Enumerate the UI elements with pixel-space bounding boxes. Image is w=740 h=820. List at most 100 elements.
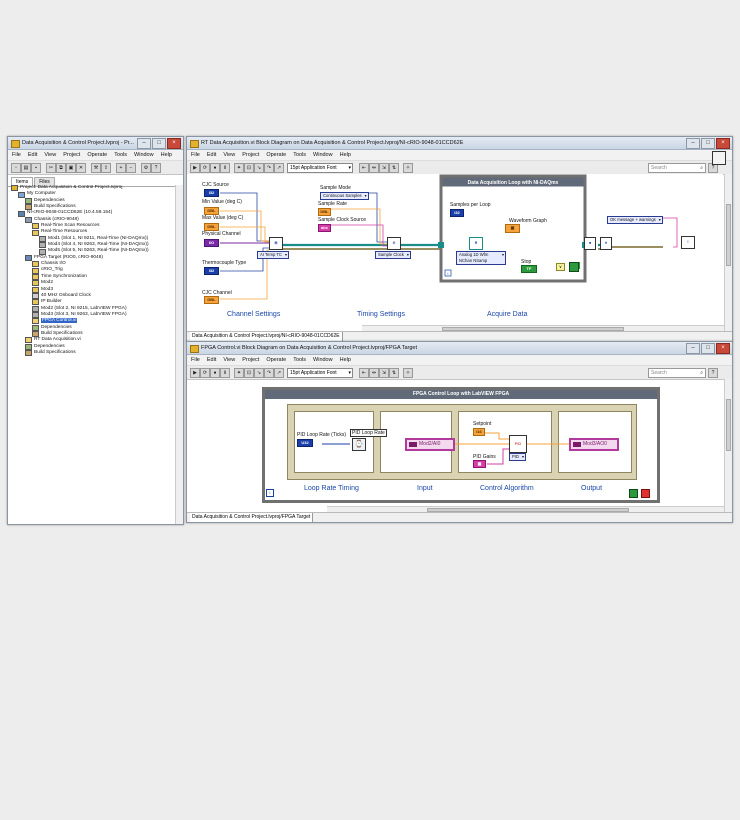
project-toolbar: ▫ ▤ ▪ ✂ ⧉ ▣ ✕ ⚒ ⇪ + − ⚙ ?	[8, 161, 183, 175]
waveform-graph-terminal[interactable]: ▦	[505, 224, 520, 233]
deploy-icon[interactable]: ⇪	[101, 163, 111, 173]
menu-tools[interactable]: Tools	[293, 150, 306, 160]
menu-view[interactable]: View	[44, 150, 56, 160]
align-icon[interactable]: ⇤	[359, 163, 369, 173]
stop-condition-icon[interactable]	[569, 262, 579, 272]
read-type-selector[interactable]: Analog 1D Wfm NChan NSamp	[456, 251, 506, 265]
project-vertical-scrollbar[interactable]	[175, 185, 183, 524]
tree-item[interactable]: Build Specifications	[11, 350, 180, 357]
setpoint-terminal[interactable]: I16	[473, 428, 485, 436]
daqmx-loop-title: Data Acquisition Loop with NI-DAQmx	[468, 180, 559, 186]
delete-icon[interactable]: ✕	[76, 163, 86, 173]
new-icon[interactable]: ▫	[11, 163, 21, 173]
fpga-vertical-scrollbar[interactable]	[724, 379, 732, 513]
tree-item-label: FPGA Target (RIO0, cRIO-9048)	[34, 254, 103, 260]
cut-icon[interactable]: ✂	[46, 163, 56, 173]
cjc-channel-terminal[interactable]: DBL	[204, 296, 219, 304]
menu-edit[interactable]: Edit	[207, 150, 216, 160]
paste-icon[interactable]: ▣	[66, 163, 76, 173]
simple-error-handler-node[interactable]: !	[681, 236, 695, 249]
build-icon[interactable]: ⚒	[91, 163, 101, 173]
error-message-selector[interactable]: OK message + warnings	[607, 216, 663, 224]
highlight-execution-icon[interactable]: ✦	[234, 163, 244, 173]
menu-project[interactable]: Project	[63, 150, 80, 160]
menu-help[interactable]: Help	[340, 150, 351, 160]
step-over-icon[interactable]: ↷	[264, 163, 274, 173]
physical-channel-label: Physical Channel	[202, 231, 241, 237]
fpga-loop-stop-icon[interactable]	[629, 489, 638, 498]
cleanup-icon[interactable]: ✧	[403, 163, 413, 173]
step-into-icon[interactable]: ↘	[254, 163, 264, 173]
retain-wire-values-icon[interactable]: ⊡	[244, 163, 254, 173]
sample-clock-source-terminal[interactable]: abc	[318, 224, 331, 232]
help-icon[interactable]: ?	[151, 163, 161, 173]
tree-item-label: Time Synchronization	[41, 273, 87, 279]
pid-node[interactable]: PID	[509, 435, 527, 453]
sample-rate-terminal[interactable]: DBL	[318, 208, 331, 216]
max-value-terminal[interactable]: DBL	[204, 223, 219, 231]
menu-tools[interactable]: Tools	[114, 150, 127, 160]
save-icon[interactable]: ▪	[31, 163, 41, 173]
run-icon[interactable]: ▶	[190, 163, 200, 173]
expand-all-icon[interactable]: +	[116, 163, 126, 173]
search-input[interactable]: Search ⌕	[648, 163, 706, 173]
open-icon[interactable]: ▤	[21, 163, 31, 173]
daqmx-stop-task-node[interactable]: ■	[584, 237, 596, 250]
run-continuously-icon[interactable]: ⟳	[200, 163, 210, 173]
fpga-loop-condition-icon[interactable]	[641, 489, 650, 498]
pid-type-selector[interactable]: PID	[509, 453, 526, 461]
font-select[interactable]: 15pt Application Font	[287, 163, 353, 173]
rt-vertical-scrollbar[interactable]	[724, 174, 732, 332]
maximize-icon[interactable]: □	[152, 138, 166, 149]
properties-icon[interactable]: ⚙	[141, 163, 151, 173]
tree-item-label: Project: Data Acquisition & Control Proj…	[20, 185, 123, 190]
menu-operate[interactable]: Operate	[266, 150, 286, 160]
search-icon[interactable]: ⌕	[700, 164, 703, 172]
samples-per-loop-terminal[interactable]: I32	[450, 209, 464, 217]
ai-temp-tc-selector[interactable]: AI Temp TC	[257, 251, 289, 259]
menu-file[interactable]: File	[12, 150, 21, 160]
physical-channel-terminal[interactable]: I/O	[204, 239, 219, 247]
daqmx-timing-node[interactable]: ⏱	[387, 237, 401, 250]
resize-icon[interactable]: ⇲	[379, 163, 389, 173]
daqmx-read-node[interactable]: R	[469, 237, 483, 250]
minimize-icon[interactable]: –	[686, 138, 700, 149]
copy-icon[interactable]: ⧉	[56, 163, 66, 173]
pid-loop-rate-terminal[interactable]: U32	[297, 439, 313, 447]
mod3-ao0-io-node[interactable]: Mod3/AO0	[569, 438, 619, 451]
rt-title-bar[interactable]: RT Data Acquisition.vi Block Diagram on …	[187, 137, 732, 150]
daqmx-clear-task-node[interactable]: ✕	[600, 237, 612, 250]
daqmx-create-channel-node[interactable]: ⊞	[269, 237, 283, 250]
min-value-terminal[interactable]: DBL	[204, 207, 219, 215]
loop-timer-icon[interactable]: ⌚	[352, 438, 366, 451]
minimize-icon[interactable]: –	[137, 138, 151, 149]
folder-icon	[32, 280, 39, 287]
step-out-icon[interactable]: ↗	[274, 163, 284, 173]
mod2-ai0-io-node[interactable]: Mod2/AI0	[405, 438, 455, 451]
sample-clock-selector[interactable]: Sample Clock	[375, 251, 411, 259]
menu-project[interactable]: Project	[242, 150, 259, 160]
project-title-bar[interactable]: Data Acquisition & Control Project.lvpro…	[8, 137, 183, 150]
stop-terminal[interactable]: TF	[521, 265, 537, 273]
sample-mode-selector[interactable]: Continuous Samples	[320, 192, 369, 200]
distribute-icon[interactable]: ⇹	[369, 163, 379, 173]
collapse-all-icon[interactable]: −	[126, 163, 136, 173]
pid-gains-terminal[interactable]: ▦	[473, 460, 486, 468]
cjc-source-terminal[interactable]: I32	[204, 189, 219, 197]
menu-window[interactable]: Window	[134, 150, 154, 160]
menu-help[interactable]: Help	[161, 150, 172, 160]
reorder-icon[interactable]: ⇅	[389, 163, 399, 173]
menu-file[interactable]: File	[191, 150, 200, 160]
menu-edit[interactable]: Edit	[28, 150, 37, 160]
pause-icon[interactable]: Ⅱ	[220, 163, 230, 173]
close-icon[interactable]: ×	[167, 138, 181, 149]
tree-item-label: My Computer	[27, 191, 56, 197]
maximize-icon[interactable]: □	[701, 138, 715, 149]
thermocouple-type-terminal[interactable]: I32	[204, 267, 219, 275]
rt-block-diagram-window: RT Data Acquisition.vi Block Diagram on …	[186, 136, 733, 342]
abort-icon[interactable]: ●	[210, 163, 220, 173]
close-icon[interactable]: ×	[716, 138, 730, 149]
menu-view[interactable]: View	[223, 150, 235, 160]
menu-window[interactable]: Window	[313, 150, 333, 160]
menu-operate[interactable]: Operate	[87, 150, 107, 160]
